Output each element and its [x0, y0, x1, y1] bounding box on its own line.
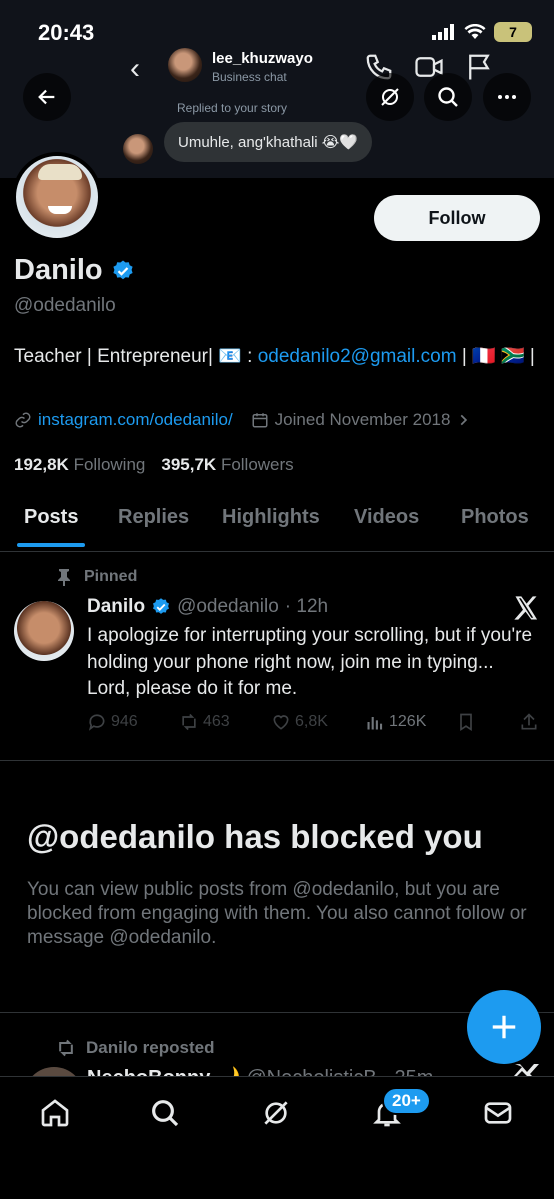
- profile-handle: @odedanilo: [14, 295, 116, 316]
- bottom-navigation: [0, 1076, 554, 1199]
- bio-text: Teacher | Entrepreneur| 📧 :: [14, 346, 258, 367]
- pinned-text: Pinned: [84, 568, 138, 585]
- chevron-left-icon[interactable]: ‹: [130, 54, 140, 84]
- calendar-icon: [252, 413, 268, 428]
- replied-to-story-label: Replied to your story: [177, 101, 288, 115]
- tab-videos[interactable]: Videos: [354, 506, 419, 529]
- post-author[interactable]: Danilo: [87, 596, 145, 618]
- arrow-left-icon: [38, 89, 55, 105]
- display-name-text: Danilo: [14, 254, 103, 286]
- views-action[interactable]: 126K: [365, 712, 426, 732]
- views-chart-icon: [367, 717, 383, 730]
- repost-action[interactable]: 463: [179, 712, 230, 732]
- message-bubble[interactable]: Umuhle, ang'khathali 😭🤍: [164, 122, 372, 162]
- more-button[interactable]: [483, 73, 531, 121]
- signal-icon: [432, 24, 454, 40]
- tab-replies[interactable]: Replies: [118, 506, 189, 529]
- x-logo-icon: [514, 1064, 539, 1076]
- notifications-badge: 20+: [382, 1087, 431, 1115]
- post-avatar[interactable]: [14, 601, 74, 661]
- search-icon: [152, 1100, 179, 1127]
- followers-count: 395,7K: [161, 455, 217, 474]
- verified-badge-icon: [153, 598, 170, 614]
- nav-messages[interactable]: [480, 1095, 516, 1131]
- more-horizontal-icon: [498, 95, 516, 99]
- dm-avatar: [168, 48, 202, 82]
- reply-count: 946: [111, 713, 138, 730]
- link-icon: [15, 412, 31, 428]
- joined-date: Joined November 2018: [274, 410, 451, 429]
- repost-icon: [59, 1039, 73, 1057]
- bookmark-action[interactable]: [456, 712, 476, 732]
- followers-stat[interactable]: 395,7K Followers: [161, 455, 293, 475]
- reply-action[interactable]: 946: [87, 712, 138, 732]
- bio-email-link[interactable]: odedanilo2@gmail.com: [258, 346, 457, 367]
- repost-count: 463: [203, 713, 230, 730]
- compose-button[interactable]: [467, 990, 541, 1064]
- pin-icon: [58, 569, 70, 586]
- back-button[interactable]: [23, 73, 71, 121]
- blocked-title: @odedanilo has blocked you: [27, 818, 483, 855]
- post-handle: @odedanilo: [177, 596, 279, 617]
- views-count: 126K: [389, 713, 427, 730]
- search-icon: [438, 87, 458, 107]
- next-post-preview[interactable]: NechoBonny 🌙 @NecholisticB · 25m: [14, 1063, 554, 1077]
- profile-bio: Teacher | Entrepreneur| 📧 : odedanilo2@g…: [14, 343, 544, 371]
- search-button[interactable]: [424, 73, 472, 121]
- nav-grok[interactable]: [258, 1095, 294, 1131]
- dm-username: lee_khuzwayo: [212, 50, 313, 67]
- flag-icon[interactable]: [464, 52, 494, 82]
- profile-avatar[interactable]: [12, 152, 102, 242]
- post-actions: 946 463 6,8K 126K: [87, 712, 542, 738]
- like-count: 6,8K: [295, 713, 328, 730]
- post-text[interactable]: I apologize for interrupting your scroll…: [87, 623, 537, 703]
- reposted-text: Danilo reposted: [86, 1038, 215, 1057]
- share-action[interactable]: [519, 712, 539, 732]
- followers-label: Followers: [220, 455, 294, 474]
- plus-icon: [492, 1015, 516, 1039]
- reply-icon: [88, 714, 105, 731]
- profile-meta: instagram.com/odedanilo/ Joined November…: [14, 410, 470, 430]
- reposted-label: Danilo reposted: [56, 1038, 214, 1058]
- home-icon: [41, 1099, 69, 1127]
- nav-home[interactable]: [37, 1095, 73, 1131]
- tab-photos[interactable]: Photos: [461, 506, 529, 529]
- chevron-right-icon[interactable]: [456, 413, 470, 427]
- status-time: 20:43: [38, 20, 95, 45]
- profile-display-name: Danilo: [14, 254, 135, 287]
- following-label: Following: [73, 455, 146, 474]
- heart-icon: [273, 715, 289, 730]
- nav-search[interactable]: [147, 1095, 183, 1131]
- post-time: · 12h: [284, 596, 329, 617]
- active-tab-indicator: [17, 543, 85, 547]
- bio-flags: | 🇫🇷 🇿🇦 |: [456, 346, 535, 367]
- follow-button[interactable]: Follow: [374, 195, 540, 241]
- following-stat[interactable]: 192,8K Following: [14, 455, 145, 475]
- mail-icon: [484, 1102, 512, 1124]
- grok-icon: [381, 88, 399, 106]
- grok-button[interactable]: [366, 73, 414, 121]
- bookmark-icon: [460, 713, 472, 732]
- x-logo-icon: [514, 596, 538, 620]
- divider: [0, 760, 554, 761]
- battery-indicator: 7: [494, 22, 532, 42]
- following-count: 192,8K: [14, 455, 69, 474]
- blocked-description: You can view public posts from @odedanil…: [27, 879, 527, 948]
- like-action[interactable]: 6,8K: [271, 712, 328, 732]
- grok-icon: [264, 1101, 288, 1125]
- share-icon: [521, 713, 537, 730]
- profile-stats: 192,8K Following 395,7K Followers: [14, 455, 294, 475]
- tab-posts[interactable]: Posts: [24, 506, 78, 529]
- profile-tabs: Posts Replies Highlights Videos Photos: [0, 496, 554, 552]
- website-link[interactable]: instagram.com/odedanilo/: [38, 410, 233, 430]
- tab-highlights[interactable]: Highlights: [222, 506, 320, 529]
- dm-subtitle: Business chat: [212, 70, 287, 84]
- wifi-icon: [464, 24, 486, 39]
- repost-icon: [182, 713, 196, 731]
- status-icons: 7: [432, 22, 532, 42]
- verified-badge-icon[interactable]: [111, 259, 135, 283]
- pinned-label: Pinned: [56, 568, 137, 586]
- post-header: Danilo @odedanilo · 12h: [87, 596, 328, 618]
- message-avatar: [123, 134, 153, 164]
